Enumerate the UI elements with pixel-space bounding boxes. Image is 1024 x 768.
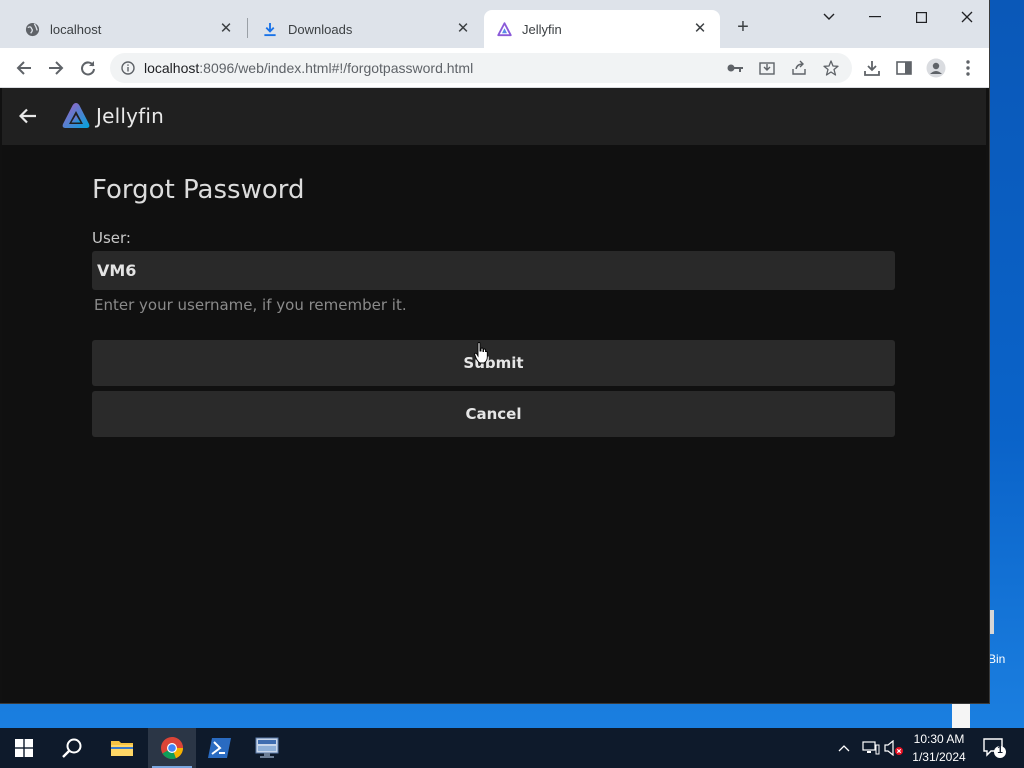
hand-cursor-icon [474,342,488,364]
show-hidden-icons-button[interactable] [838,728,850,768]
browser-toolbar: localhost:8096/web/index.html#!/forgotpa… [0,48,989,88]
forward-button[interactable] [43,55,69,81]
search-button[interactable] [48,728,96,768]
network-icon[interactable] [862,728,880,768]
close-icon[interactable]: ✕ [455,21,471,37]
app-name: Jellyfin [96,104,165,128]
browser-window: localhost ✕ Downloads ✕ Jellyfin ✕ + loc… [0,0,990,704]
jellyfin-logo-icon [62,103,90,128]
page-title: Forgot Password [92,175,305,205]
chrome-icon [161,737,183,759]
chrome-taskbar-button[interactable] [148,728,196,768]
desktop-window-fragment [952,704,970,728]
tab-title: Downloads [288,21,353,37]
maximize-button[interactable] [910,6,932,28]
recycle-bin-label[interactable]: Bin [988,652,1005,666]
bookmark-star-icon[interactable] [822,59,840,77]
close-icon[interactable]: ✕ [692,21,708,37]
app-header: Jellyfin [2,88,986,145]
volume-muted-icon[interactable] [884,728,904,768]
clock-date: 1/31/2024 [912,750,966,764]
folder-icon [111,741,133,756]
info-icon[interactable] [120,60,136,76]
tab-jellyfin[interactable]: Jellyfin ✕ [484,10,720,48]
notification-count: 1 [997,745,1003,756]
jellyfin-icon [496,21,512,37]
start-button[interactable] [0,728,48,768]
clock[interactable]: 10:30 AM 1/31/2024 [906,730,972,766]
reload-button[interactable] [75,55,101,81]
key-icon[interactable] [726,59,744,77]
jellyfin-logo[interactable]: Jellyfin [60,100,164,132]
user-input[interactable] [92,251,895,290]
back-button[interactable] [11,55,37,81]
powershell-icon [208,738,231,758]
file-explorer-button[interactable] [98,728,146,768]
globe-icon [24,21,40,37]
tab-title: Jellyfin [522,21,562,37]
notifications-button[interactable]: 1 [982,728,1006,768]
chevron-up-icon [838,745,850,752]
submit-button[interactable]: Submit [92,340,895,386]
back-arrow-icon[interactable] [16,104,40,128]
download-icon [262,21,278,37]
tab-strip: localhost ✕ Downloads ✕ Jellyfin ✕ + [0,0,989,48]
tab-downloads[interactable]: Downloads ✕ [250,10,483,48]
windows-icon [15,739,33,757]
server-manager-button[interactable] [244,728,292,768]
search-icon [62,738,82,758]
minimize-button[interactable] [864,6,886,28]
profile-avatar-icon[interactable] [923,55,949,81]
share-icon[interactable] [790,59,808,77]
menu-icon[interactable] [955,55,981,81]
cancel-button[interactable]: Cancel [92,391,895,437]
taskbar: 10:30 AM 1/31/2024 1 [0,728,1024,768]
forgot-password-page: Forgot Password User: Enter your usernam… [2,145,986,703]
url-host: localhost [144,60,200,76]
user-help-text: Enter your username, if you remember it. [94,296,407,314]
user-label: User: [92,229,131,247]
tab-separator [247,18,248,38]
server-manager-icon [255,737,279,758]
side-panel-icon[interactable] [891,55,917,81]
tab-search-button[interactable] [818,6,840,28]
downloads-button[interactable] [859,55,885,81]
url-path: :8096/web/index.html#!/forgotpassword.ht… [199,60,474,76]
powershell-button[interactable] [196,728,244,768]
install-app-icon[interactable] [758,59,776,77]
close-icon[interactable]: ✕ [218,21,234,37]
tab-localhost[interactable]: localhost ✕ [12,10,246,48]
clock-time: 10:30 AM [913,732,965,746]
tab-title: localhost [50,21,102,37]
close-window-button[interactable] [956,6,978,28]
new-tab-button[interactable]: + [732,16,754,38]
